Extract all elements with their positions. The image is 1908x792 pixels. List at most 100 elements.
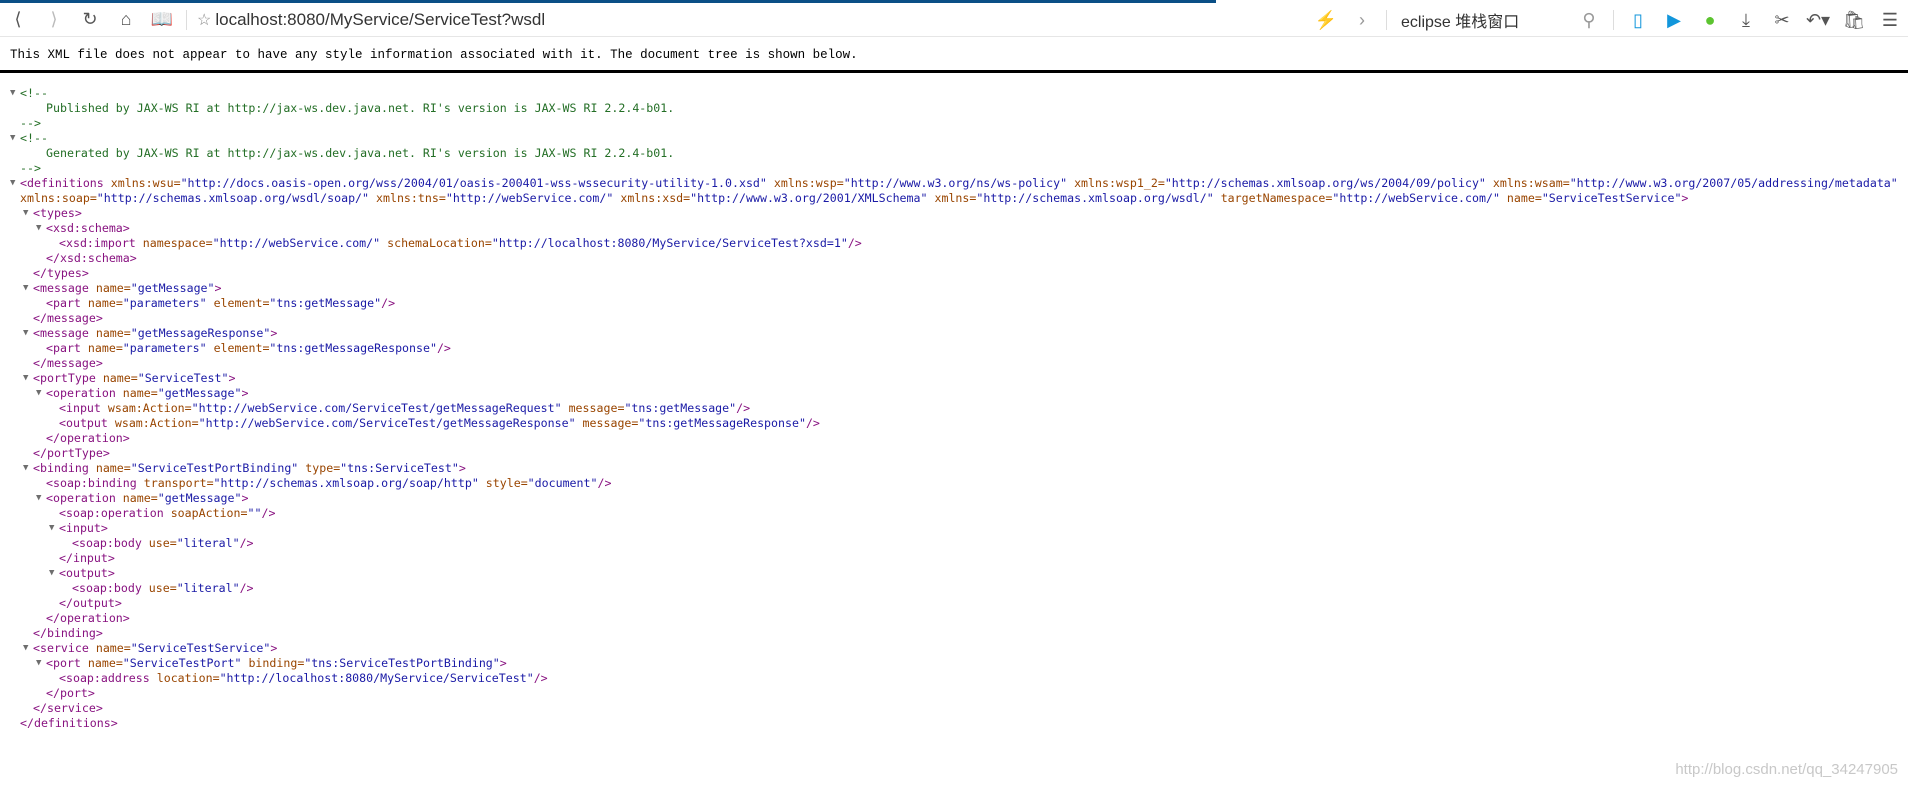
tag-bracket: > xyxy=(122,221,130,235)
play-icon[interactable]: ▶ xyxy=(1656,5,1692,35)
tag-bracket: /> xyxy=(436,341,451,355)
tag-name: message xyxy=(46,356,96,370)
collapse-toggle-icon[interactable]: ▼ xyxy=(23,641,28,656)
tag-bracket: > xyxy=(81,266,89,280)
attribute-name: xmlns:xsd xyxy=(620,191,684,205)
collapse-toggle-icon[interactable]: ▼ xyxy=(10,176,15,191)
tag-name: part xyxy=(52,341,81,355)
tag-bracket: /> xyxy=(261,506,276,520)
xml-line: ▼ <message name="getMessageResponse"> xyxy=(23,326,1905,341)
tag-bracket: > xyxy=(228,371,236,385)
tag-bracket: /> xyxy=(239,536,254,550)
xml-line: </message> xyxy=(33,311,1905,326)
collapse-toggle-icon[interactable]: ▼ xyxy=(23,371,28,386)
bag-icon[interactable]: 🛍 xyxy=(1836,5,1872,35)
menu-icon[interactable]: ☰ xyxy=(1872,5,1908,35)
attribute-value: http://webService.com/ xyxy=(1339,191,1493,205)
tag-bracket: /> xyxy=(597,476,612,490)
xml-line: <input wsam:Action="http://webService.co… xyxy=(59,401,1905,416)
xml-line: <soap:binding transport="http://schemas.… xyxy=(46,476,1905,491)
quote: " xyxy=(122,656,130,670)
xml-comment: <!-- xyxy=(20,131,48,145)
forward-icon[interactable]: ⟩ xyxy=(36,5,72,35)
attribute-value: ServiceTestService xyxy=(1548,191,1675,205)
tag-bracket: </ xyxy=(33,311,47,325)
collapse-toggle-icon[interactable]: ▼ xyxy=(36,491,41,506)
tag-bracket: < xyxy=(33,371,40,385)
tag-name: service xyxy=(46,701,96,715)
collapse-toggle-icon[interactable]: ▼ xyxy=(36,656,41,671)
equals: = xyxy=(115,296,123,310)
search-input[interactable]: eclipse 堆栈窗口 xyxy=(1401,8,1571,32)
quote: " xyxy=(445,191,453,205)
download-icon[interactable]: ⤓ xyxy=(1728,5,1764,35)
xml-line: <soap:body use="literal"/> xyxy=(72,536,1905,551)
quote: " xyxy=(130,461,138,475)
collapse-toggle-icon[interactable]: ▼ xyxy=(49,566,54,581)
attribute-name: wsam:Action xyxy=(107,401,185,415)
attribute-value: http://webService.com/ServiceTest/getMes… xyxy=(205,416,569,430)
tag-bracket: </ xyxy=(46,611,60,625)
collapse-toggle-icon[interactable]: ▼ xyxy=(49,521,54,536)
quote: " xyxy=(920,191,928,205)
tag-bracket: < xyxy=(46,491,53,505)
tag-bracket: </ xyxy=(33,356,47,370)
xml-line: ▼ <binding name="ServiceTestPortBinding" … xyxy=(23,461,1905,476)
equals: = xyxy=(1157,176,1165,190)
collapse-toggle-icon[interactable]: ▼ xyxy=(36,221,41,236)
quote: " xyxy=(199,296,207,310)
attribute-name: xmlns:soap xyxy=(20,191,90,205)
attribute-value: http://www.w3.org/2001/XMLSchema xyxy=(697,191,921,205)
xml-line: ▼ <types> xyxy=(23,206,1905,221)
quote: " xyxy=(212,236,220,250)
tag-bracket: < xyxy=(59,236,66,250)
attribute-name: namespace xyxy=(142,236,206,250)
collapse-toggle-icon[interactable]: ▼ xyxy=(10,131,15,146)
tag-bracket: > xyxy=(129,251,137,265)
reader-icon[interactable]: 📖 xyxy=(144,5,180,35)
tag-bracket: > xyxy=(107,566,115,580)
xml-line: </output> xyxy=(59,596,1905,611)
collapse-toggle-icon[interactable]: ▼ xyxy=(23,326,28,341)
reload-icon[interactable]: ↻ xyxy=(72,5,108,35)
tag-name: types xyxy=(46,266,82,280)
collapse-toggle-icon[interactable]: ▼ xyxy=(23,281,28,296)
collapse-toggle-icon[interactable]: ▼ xyxy=(23,206,28,221)
tag-name: operation xyxy=(52,491,116,505)
collapse-toggle-icon[interactable]: ▼ xyxy=(36,386,41,401)
quote: " xyxy=(137,371,145,385)
tag-name: portType xyxy=(39,371,96,385)
tag-bracket: > xyxy=(114,596,122,610)
tag-name: output xyxy=(65,566,108,580)
attribute-name: xmlns:wsp1_2 xyxy=(1074,176,1158,190)
star-icon[interactable]: ☆ xyxy=(197,10,211,30)
equals: = xyxy=(184,401,192,415)
phone-icon[interactable]: ▯ xyxy=(1620,5,1656,35)
undo-icon[interactable]: ↶▾ xyxy=(1800,5,1836,35)
xml-line: </portType> xyxy=(33,446,1905,461)
attribute-name: name xyxy=(1506,191,1535,205)
address-bar[interactable]: localhost:8080/MyService/ServiceTest?wsd… xyxy=(215,10,545,30)
chevron-right-icon[interactable]: › xyxy=(1344,5,1380,35)
flash-icon[interactable]: ⚡ xyxy=(1308,5,1344,35)
wechat-icon[interactable]: ● xyxy=(1692,5,1728,35)
attribute-value: tns:getMessage xyxy=(631,401,730,415)
notice-divider xyxy=(0,70,1908,73)
scissors-icon[interactable]: ✂ xyxy=(1764,5,1800,35)
collapse-toggle-icon[interactable]: ▼ xyxy=(10,86,15,101)
tag-name: binding xyxy=(39,461,89,475)
home-icon[interactable]: ⌂ xyxy=(108,5,144,35)
attribute-value: getMessage xyxy=(164,386,235,400)
back-icon[interactable]: ⟨ xyxy=(0,5,36,35)
attribute-value: http://webService.com/ xyxy=(452,191,607,205)
attribute-name: use xyxy=(148,536,170,550)
tag-bracket: </ xyxy=(46,251,60,265)
collapse-toggle-icon[interactable]: ▼ xyxy=(23,461,28,476)
xml-line: ▼ <xsd:schema> xyxy=(36,221,1905,236)
search-icon[interactable]: ⚲ xyxy=(1571,5,1607,35)
